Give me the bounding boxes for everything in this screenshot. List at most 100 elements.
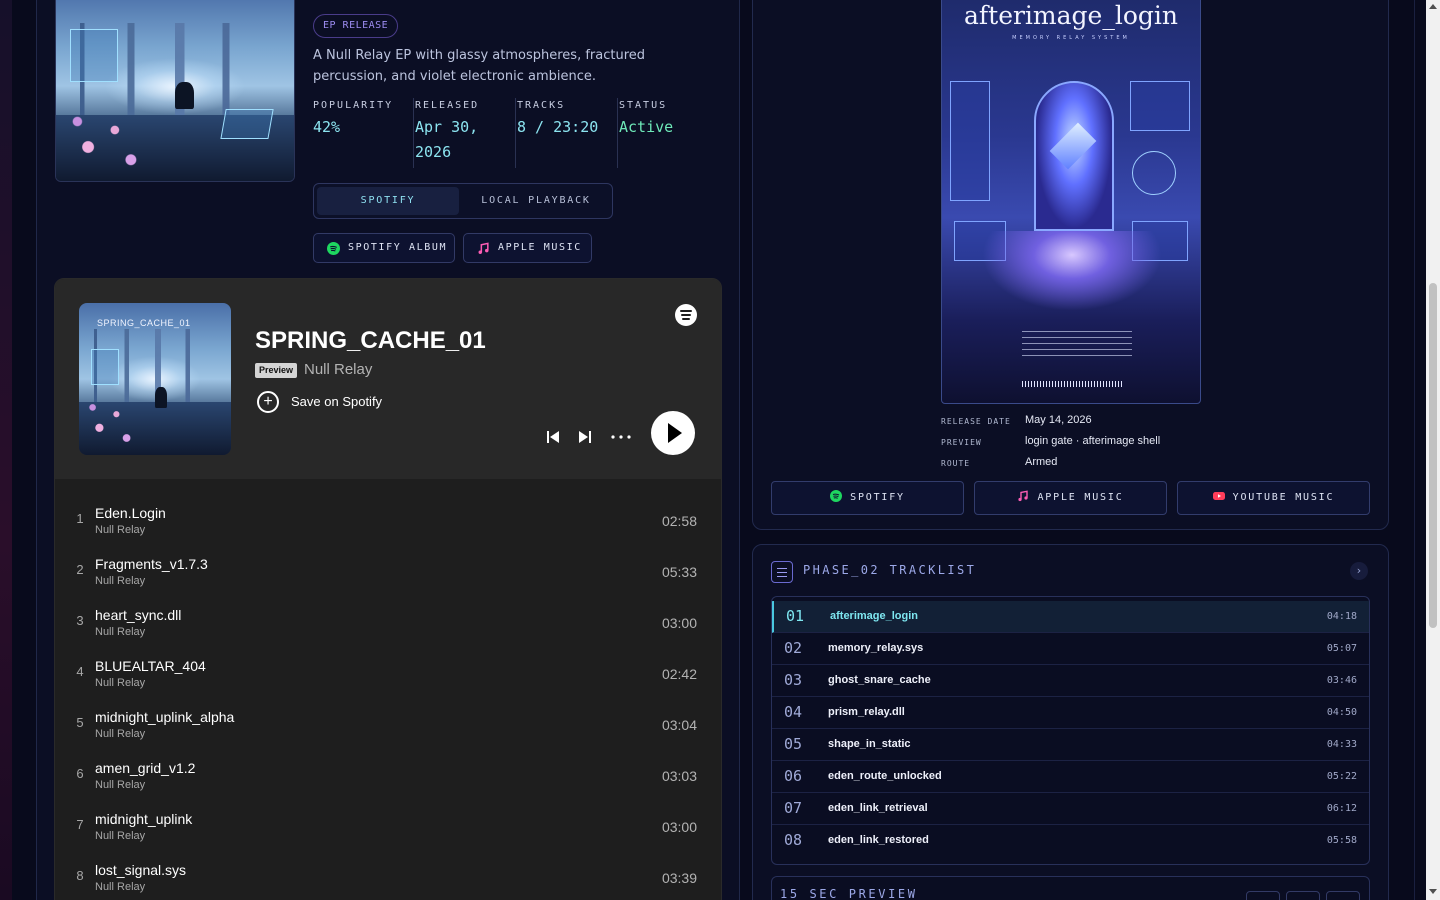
tracklist-row[interactable]: 08 eden_link_restored 05:58 <box>772 825 1369 857</box>
platform-label: YOUTUBE MUSIC <box>1232 492 1335 503</box>
track-row[interactable]: 2 Fragments_v1.7.3 Null Relay 05:33 <box>55 538 721 589</box>
stat-popularity: POPULARITY 42% <box>313 98 415 170</box>
track-duration: 05:33 <box>661 564 697 580</box>
row-number: 02 <box>784 639 803 657</box>
music-note-icon <box>1018 490 1029 502</box>
track-row[interactable]: 6 amen_grid_v1.2 Null Relay 03:03 <box>55 742 721 793</box>
track-artist: Null Relay <box>95 677 146 689</box>
play-button[interactable] <box>651 411 695 455</box>
tracklist-row[interactable]: 05 shape_in_static 04:33 <box>772 729 1369 761</box>
more-options-icon[interactable] <box>611 435 631 439</box>
preview-control-button[interactable] <box>1326 891 1360 900</box>
track-duration: 03:03 <box>661 768 697 784</box>
track-title: amen_grid_v1.2 <box>95 760 196 776</box>
spotify-logo-icon[interactable] <box>675 304 697 326</box>
poster-title: afterimage_login <box>963 1 1178 30</box>
apple-music-button[interactable]: APPLE MUSIC <box>463 233 592 263</box>
layout-divider <box>1414 0 1415 900</box>
track-row[interactable]: 8 lost_signal.sys Null Relay 03:39 <box>55 844 721 895</box>
track-number: 8 <box>76 868 84 883</box>
spotify-album-button[interactable]: SPOTIFY ALBUM <box>313 233 455 263</box>
platform-youtube-music-button[interactable]: YOUTUBE MUSIC <box>1177 481 1370 515</box>
tracklist-row[interactable]: 01 afterimage_login 04:18 <box>772 601 1369 633</box>
stat-label: RELEASED <box>415 100 480 111</box>
track-row[interactable]: 1 Eden.Login Null Relay 02:58 <box>55 487 721 538</box>
platform-apple-music-button[interactable]: APPLE MUSIC <box>974 481 1167 515</box>
row-duration: 05:58 <box>1326 835 1357 846</box>
row-duration: 04:50 <box>1326 707 1357 718</box>
row-number: 01 <box>786 607 805 625</box>
scroll-down-icon[interactable] <box>1429 889 1437 894</box>
track-duration: 03:00 <box>661 615 697 631</box>
meta-key: ROUTE <box>941 459 971 468</box>
track-number: 5 <box>76 715 84 730</box>
row-title: shape_in_static <box>828 738 911 750</box>
track-artist: Null Relay <box>95 728 146 740</box>
add-circle-icon: + <box>257 391 279 413</box>
row-title: memory_relay.sys <box>828 642 924 654</box>
platform-spotify-button[interactable]: SPOTIFY <box>771 481 964 515</box>
meta-value: Armed <box>1025 456 1058 468</box>
track-title: BLUEALTAR_404 <box>95 658 206 674</box>
music-note-icon <box>478 242 489 255</box>
next-track-icon[interactable] <box>577 429 593 445</box>
row-duration: 03:46 <box>1326 675 1357 686</box>
stat-value: 42% <box>313 118 341 136</box>
row-number: 08 <box>784 831 803 849</box>
meta-key: RELEASE DATE <box>941 417 1011 426</box>
cover-title-text: SPRING_CACHE_01 <box>97 318 191 328</box>
row-number: 06 <box>784 767 803 785</box>
track-row[interactable]: 7 midnight_uplink Null Relay 03:00 <box>55 793 721 844</box>
stat-label: TRACKS <box>517 100 566 111</box>
previous-track-icon[interactable] <box>545 429 561 445</box>
meta-value: May 14, 2026 <box>1025 414 1092 426</box>
save-on-spotify-button[interactable]: + Save on Spotify <box>255 391 382 413</box>
track-number: 6 <box>76 766 84 781</box>
row-title: prism_relay.dll <box>828 706 905 718</box>
track-title: Eden.Login <box>95 505 166 521</box>
tracklist-row[interactable]: 03 ghost_snare_cache 03:46 <box>772 665 1369 697</box>
track-title: Fragments_v1.7.3 <box>95 556 208 572</box>
row-duration: 05:22 <box>1326 771 1357 782</box>
row-title: eden_link_restored <box>828 834 929 846</box>
track-row[interactable]: 3 heart_sync.dll Null Relay 03:00 <box>55 589 721 640</box>
spotify-icon <box>327 242 340 255</box>
tracklist-row[interactable]: 07 eden_link_retrieval 06:12 <box>772 793 1369 825</box>
tab-spotify[interactable]: SPOTIFY <box>317 187 459 215</box>
stat-tracks: TRACKS 8 / 23:20 <box>517 98 619 170</box>
row-number: 03 <box>784 671 803 689</box>
stat-value: 8 / 23:20 <box>517 118 599 136</box>
row-title: afterimage_login <box>830 610 919 622</box>
track-title: midnight_uplink_alpha <box>95 709 235 725</box>
preview-control-button[interactable] <box>1246 891 1280 900</box>
tracklist-row[interactable]: 04 prism_relay.dll 04:50 <box>772 697 1369 729</box>
stat-released: RELEASED Apr 30, 2026 <box>415 98 517 170</box>
page-edge-gradient <box>0 0 12 900</box>
embed-album-title[interactable]: SPRING_CACHE_01 <box>255 327 486 355</box>
stat-value: Apr 30, 2026 <box>415 118 479 161</box>
tracklist-row[interactable]: 02 memory_relay.sys 05:07 <box>772 633 1369 665</box>
tab-local-playback[interactable]: LOCAL PLAYBACK <box>462 187 610 215</box>
stat-divider <box>413 98 414 168</box>
page-scrollbar[interactable] <box>1426 0 1440 900</box>
track-artist: Null Relay <box>95 881 146 893</box>
track-row[interactable]: 5 midnight_uplink_alpha Null Relay 03:04 <box>55 691 721 742</box>
youtube-icon <box>1212 492 1225 500</box>
row-duration: 05:07 <box>1326 643 1357 654</box>
row-title: eden_route_unlocked <box>828 770 942 782</box>
tracklist-row[interactable]: 06 eden_route_unlocked 05:22 <box>772 761 1369 793</box>
row-title: eden_link_retrieval <box>828 802 928 814</box>
save-label: Save on Spotify <box>291 394 383 409</box>
preview-control-button[interactable] <box>1286 891 1320 900</box>
track-number: 3 <box>76 613 84 628</box>
chevron-right-icon[interactable]: › <box>1350 562 1368 580</box>
track-title: midnight_uplink <box>95 811 193 827</box>
scroll-up-icon[interactable] <box>1429 4 1437 9</box>
scrollbar-thumb[interactable] <box>1429 283 1437 628</box>
embed-cover-art: SPRING_CACHE_01 <box>79 303 231 455</box>
track-row[interactable]: 4 BLUEALTAR_404 Null Relay 02:42 <box>55 640 721 691</box>
track-artist: Null Relay <box>95 524 146 536</box>
poster-subtitle: MEMORY RELAY SYSTEM <box>1012 35 1130 41</box>
row-number: 07 <box>784 799 803 817</box>
embed-artist[interactable]: Null Relay <box>304 361 372 378</box>
